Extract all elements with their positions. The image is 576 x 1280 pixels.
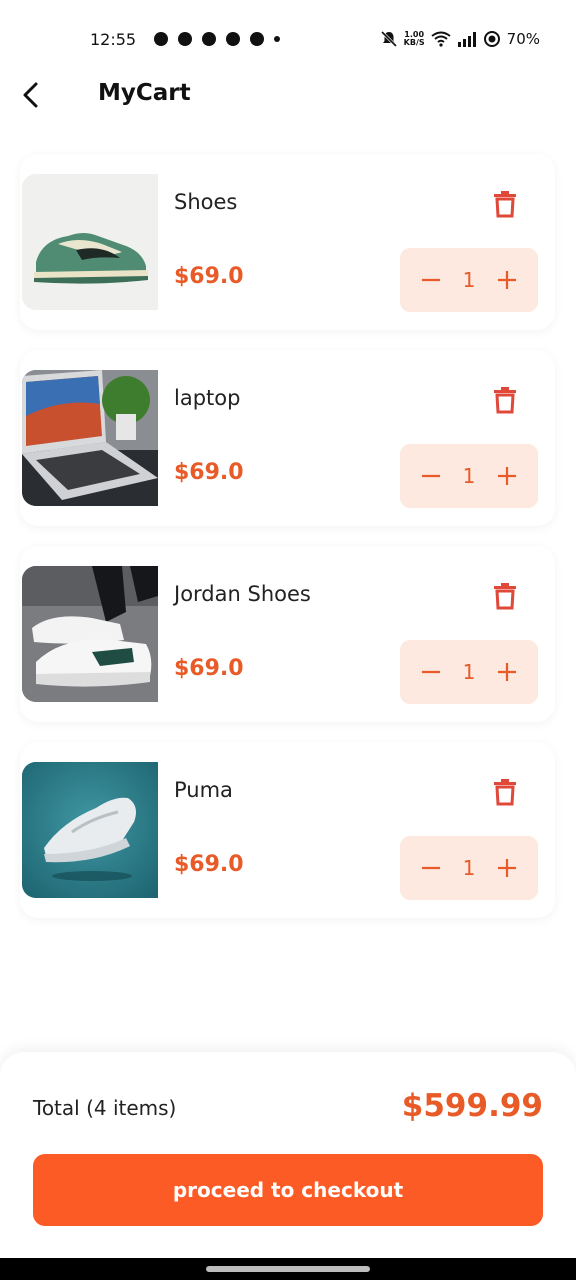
wifi-icon: [431, 31, 451, 47]
total-amount: $599.99: [401, 1088, 543, 1124]
decrease-button[interactable]: [420, 857, 442, 879]
increase-button[interactable]: [496, 269, 518, 291]
item-name: Jordan Shoes: [174, 582, 311, 606]
increase-button[interactable]: [496, 465, 518, 487]
delete-button[interactable]: [492, 582, 518, 610]
product-image: [22, 370, 158, 506]
mute-bell-icon: [380, 30, 397, 48]
delete-button[interactable]: [492, 778, 518, 806]
quantity-value: 1: [462, 660, 476, 684]
quantity-stepper: 1: [400, 444, 538, 508]
puma-shoe-image: [22, 762, 158, 898]
signal-icon: [457, 32, 476, 47]
trash-icon: [494, 191, 516, 218]
minus-icon: [422, 670, 440, 674]
back-button[interactable]: [16, 80, 46, 110]
quantity-stepper: 1: [400, 640, 538, 704]
messenger-notification-icon: [202, 32, 217, 46]
delete-button[interactable]: [492, 386, 518, 414]
more-notifications-icon: [274, 36, 281, 42]
minus-icon: [422, 866, 440, 870]
cart-item[interactable]: Jordan Shoes $69.0 1: [20, 546, 555, 722]
decrease-button[interactable]: [420, 269, 442, 291]
cart-item[interactable]: Puma $69.0 1: [20, 742, 555, 918]
quantity-stepper: 1: [400, 836, 538, 900]
item-price: $69.0: [174, 656, 244, 681]
arrow-back-icon: [23, 82, 38, 108]
trash-icon: [494, 583, 516, 610]
battery-saver-icon: [483, 31, 500, 47]
network-speed: 1.00 KB/S: [404, 31, 425, 47]
quantity-value: 1: [462, 856, 476, 880]
plus-icon: [497, 663, 516, 681]
facebook-notification-icon: [250, 32, 265, 46]
decrease-button[interactable]: [420, 465, 442, 487]
cart-item[interactable]: laptop $69.0 1: [20, 350, 555, 526]
checkout-button[interactable]: proceed to checkout: [33, 1154, 543, 1226]
delete-button[interactable]: [492, 190, 518, 218]
minus-icon: [422, 474, 440, 478]
network-speed-unit: KB/S: [403, 38, 425, 47]
plus-icon: [497, 467, 516, 485]
item-price: $69.0: [174, 460, 244, 485]
cart-item[interactable]: Shoes $69.0 1: [20, 154, 555, 330]
item-name: laptop: [174, 386, 241, 410]
item-price: $69.0: [174, 264, 244, 289]
plus-icon: [497, 859, 516, 877]
quantity-value: 1: [462, 268, 476, 292]
total-label: Total (4 items): [33, 1096, 177, 1120]
trash-icon: [494, 779, 516, 806]
increase-button[interactable]: [496, 857, 518, 879]
facebook-notification-icon: [154, 32, 169, 46]
item-name: Shoes: [174, 190, 238, 214]
product-image: [22, 762, 158, 898]
product-image: [22, 566, 158, 702]
minus-icon: [422, 278, 440, 282]
home-gesture-handle[interactable]: [206, 1266, 370, 1272]
battery-level: 70%: [506, 30, 540, 48]
item-price: $69.0: [174, 852, 244, 877]
decrease-button[interactable]: [420, 661, 442, 683]
checkout-panel: Total (4 items) $599.99 proceed to check…: [0, 1052, 576, 1258]
status-time: 12:55: [90, 29, 137, 49]
system-nav-bar: [0, 1258, 576, 1280]
page-title: MyCart: [98, 80, 191, 106]
product-image: [22, 174, 158, 310]
quantity-stepper: 1: [400, 248, 538, 312]
messenger-notification-icon: [178, 32, 193, 46]
plus-icon: [497, 271, 516, 289]
messenger-notification-icon: [226, 32, 241, 46]
app-bar: MyCart: [0, 70, 576, 122]
status-left: 12:55: [90, 29, 281, 49]
status-right: 1.00 KB/S 70%: [380, 30, 540, 48]
trash-icon: [494, 387, 516, 414]
green-sneaker-image: [22, 174, 158, 310]
item-name: Puma: [174, 778, 233, 802]
quantity-value: 1: [462, 464, 476, 488]
increase-button[interactable]: [496, 661, 518, 683]
status-bar: 12:55 1.00 KB/S 70%: [0, 0, 576, 78]
laptop-image: [22, 370, 158, 506]
white-sneaker-image: [22, 566, 158, 702]
